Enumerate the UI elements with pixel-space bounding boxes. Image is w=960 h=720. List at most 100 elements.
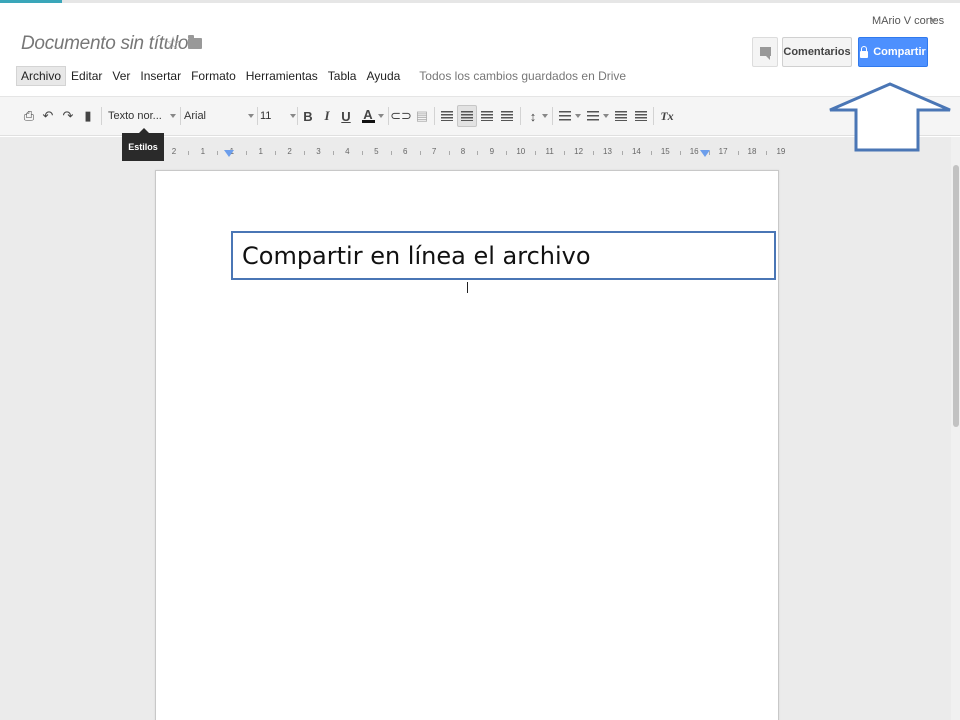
ruler-label: 2	[171, 147, 177, 156]
toolbar-divider	[434, 107, 435, 125]
chevron-down-icon	[290, 114, 296, 118]
header: Documento sin título ☆ Archivo Editar Ve…	[0, 3, 960, 95]
ruler-label: 15	[660, 147, 670, 156]
menu-herramientas[interactable]: Herramientas	[241, 66, 323, 86]
star-icon[interactable]: ☆	[165, 33, 181, 54]
ruler-label: 18	[747, 147, 757, 156]
ruler-tick	[593, 151, 595, 155]
line-spacing-icon[interactable]: ↕	[524, 105, 542, 127]
ruler-label: 5	[374, 147, 379, 156]
ruler-label: 19	[776, 147, 786, 156]
menu-ver[interactable]: Ver	[107, 66, 135, 86]
toolbar-divider	[297, 107, 298, 125]
font-value: Arial	[184, 110, 207, 122]
chevron-down-icon	[169, 114, 176, 118]
text-color-dropdown[interactable]	[377, 105, 385, 127]
text-color-button[interactable]: A	[359, 105, 377, 127]
chevron-down-icon[interactable]	[930, 19, 936, 23]
ruler-label: 4	[345, 147, 350, 156]
ruler-tick	[304, 151, 306, 155]
ruler-tick	[246, 151, 248, 155]
chevron-down-icon	[575, 114, 581, 118]
annotation-callout: Compartir en línea el archivo	[231, 231, 776, 280]
paint-format-icon[interactable]: ▮	[79, 105, 97, 127]
document-title[interactable]: Documento sin título	[21, 33, 189, 55]
ruler-tick	[332, 151, 334, 155]
align-right-icon	[481, 111, 493, 121]
chevron-down-icon	[603, 114, 609, 118]
underline-button[interactable]: U	[337, 105, 355, 127]
increase-indent-icon	[635, 111, 647, 121]
menu-archivo[interactable]: Archivo	[16, 66, 67, 86]
left-indent-marker[interactable]	[224, 150, 234, 157]
font-dropdown[interactable]: Arial	[184, 105, 254, 127]
menu-insertar[interactable]: Insertar	[135, 66, 186, 86]
align-center-button[interactable]	[457, 105, 477, 127]
ruler-tick	[477, 151, 479, 155]
line-spacing-dropdown[interactable]	[541, 105, 549, 127]
toolbar-divider	[180, 107, 181, 125]
align-right-button[interactable]	[478, 105, 496, 127]
toolbar-divider	[520, 107, 521, 125]
scrollbar-thumb[interactable]	[953, 165, 959, 427]
ruler-label: 3	[316, 147, 321, 156]
comment-toggle-button[interactable]	[752, 37, 778, 67]
chevron-down-icon	[378, 114, 384, 118]
decrease-indent-button[interactable]	[612, 105, 630, 127]
right-indent-marker[interactable]	[700, 150, 710, 157]
menu-tabla[interactable]: Tabla	[323, 66, 362, 86]
ruler-tick	[419, 151, 421, 155]
menu-formato[interactable]: Formato	[186, 66, 241, 86]
align-left-button[interactable]	[438, 105, 456, 127]
share-button[interactable]: Compartir	[858, 37, 928, 67]
styles-tooltip: Estilos	[122, 128, 164, 161]
style-value: Texto nor...	[108, 110, 162, 122]
numbered-list-dropdown[interactable]	[574, 105, 582, 127]
ruler-label: 2	[287, 147, 292, 156]
ruler-label: 7	[431, 147, 437, 156]
ruler-tick	[217, 151, 219, 155]
annotation-arrow-up-icon	[829, 82, 951, 152]
share-button-label: Compartir	[873, 46, 926, 58]
lock-icon	[860, 45, 869, 58]
print-icon[interactable]: ⎙	[20, 105, 38, 127]
ruler-tick	[621, 151, 623, 155]
style-dropdown[interactable]: Texto nor...	[108, 105, 176, 127]
ruler-label: 17	[718, 147, 728, 156]
clear-formatting-button[interactable]: Tx	[658, 105, 676, 127]
bold-button[interactable]: B	[299, 105, 317, 127]
ruler-tick	[275, 151, 277, 155]
ruler-label: 16	[689, 147, 699, 156]
ruler-label: 8	[460, 147, 466, 156]
italic-button[interactable]: I	[318, 105, 336, 127]
comment-icon	[760, 47, 771, 60]
menu-editar[interactable]: Editar	[66, 66, 107, 86]
ruler-label: 1	[258, 147, 263, 156]
align-justify-icon	[501, 111, 513, 121]
bulleted-list-dropdown[interactable]	[602, 105, 610, 127]
bulleted-list-icon	[587, 111, 599, 121]
increase-indent-button[interactable]	[632, 105, 650, 127]
ruler[interactable]: 2 1 1 1 2 3 4 5 6 7 8 9 10 11 12 13 14 15 16 17 18 19	[166, 145, 786, 161]
ruler-label: 6	[402, 147, 408, 156]
ruler-tick	[650, 151, 652, 155]
menu-bar: Archivo Editar Ver Insertar Formato Herr…	[16, 64, 626, 88]
undo-icon[interactable]: ↶	[39, 105, 57, 127]
save-status[interactable]: Todos los cambios guardados en Drive	[419, 69, 626, 83]
comments-button[interactable]: Comentarios	[782, 37, 852, 67]
ruler-tick	[506, 151, 508, 155]
bulleted-list-button[interactable]	[584, 105, 602, 127]
align-justify-button[interactable]	[498, 105, 516, 127]
redo-icon[interactable]: ↷	[59, 105, 77, 127]
folder-icon[interactable]	[188, 35, 202, 49]
menu-ayuda[interactable]: Ayuda	[361, 66, 405, 86]
toolbar-divider	[552, 107, 553, 125]
comment-insert-icon[interactable]: ▤	[413, 105, 431, 127]
ruler-label: 10	[516, 147, 526, 156]
numbered-list-button[interactable]	[556, 105, 574, 127]
toolbar-divider	[101, 107, 102, 125]
chevron-down-icon	[248, 114, 254, 118]
ruler-label: 13	[603, 147, 612, 156]
font-size-dropdown[interactable]: 11	[260, 105, 296, 127]
link-icon[interactable]: ⊂⊃	[390, 105, 412, 127]
